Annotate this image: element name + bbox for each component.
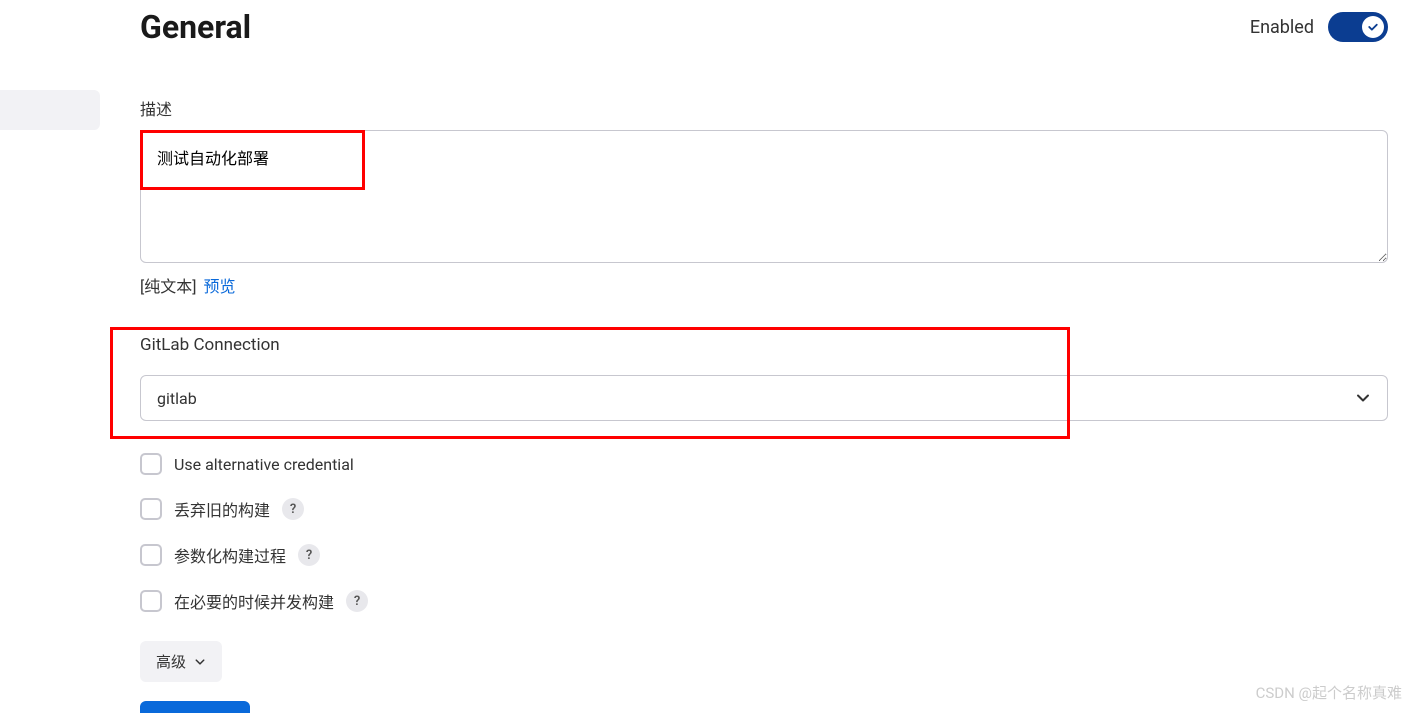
advanced-button[interactable]: 高级 bbox=[140, 641, 222, 682]
check-icon bbox=[1367, 21, 1379, 33]
gitlab-select-wrap: gitlab bbox=[140, 375, 1388, 421]
checkbox-label: 丢弃旧的构建 bbox=[174, 497, 270, 521]
description-field-wrap bbox=[140, 130, 1388, 267]
checkbox-concurrent[interactable] bbox=[140, 590, 162, 612]
help-icon[interactable]: ? bbox=[298, 544, 320, 566]
plain-text-indicator: [纯文本] bbox=[140, 277, 197, 296]
gitlab-connection-label: GitLab Connection bbox=[140, 327, 1388, 355]
enabled-toggle[interactable] bbox=[1328, 12, 1388, 42]
gitlab-section: GitLab Connection gitlab bbox=[140, 327, 1388, 421]
save-button-partial[interactable] bbox=[140, 701, 250, 713]
checkbox-row-concurrent: 在必要的时候并发构建 ? bbox=[140, 589, 1388, 613]
enabled-toggle-group: Enabled bbox=[1250, 12, 1388, 42]
checkbox-discard-old[interactable] bbox=[140, 498, 162, 520]
description-textarea[interactable] bbox=[140, 130, 1388, 263]
help-icon[interactable]: ? bbox=[346, 590, 368, 612]
main-content: General Enabled 描述 [纯文本] 预览 GitLab Conne… bbox=[140, 0, 1388, 682]
description-footer: [纯文本] 预览 bbox=[140, 273, 1388, 297]
watermark: CSDN @起个名称真难 bbox=[1256, 682, 1402, 703]
checkbox-row-discard-old: 丢弃旧的构建 ? bbox=[140, 497, 1388, 521]
chevron-down-icon bbox=[1355, 390, 1371, 406]
checkbox-label: Use alternative credential bbox=[174, 455, 354, 474]
gitlab-connection-select[interactable]: gitlab bbox=[140, 375, 1388, 421]
help-icon[interactable]: ? bbox=[282, 498, 304, 520]
page-header: General Enabled bbox=[140, 8, 1388, 46]
checkbox-row-alternative-credential: Use alternative credential bbox=[140, 453, 1388, 475]
checkbox-label: 在必要的时候并发构建 bbox=[174, 589, 334, 613]
enabled-label: Enabled bbox=[1250, 17, 1314, 38]
preview-link[interactable]: 预览 bbox=[203, 277, 235, 296]
checkbox-list: Use alternative credential 丢弃旧的构建 ? 参数化构… bbox=[140, 453, 1388, 613]
page-title: General bbox=[140, 8, 251, 46]
advanced-button-label: 高级 bbox=[156, 651, 186, 672]
description-label: 描述 bbox=[140, 96, 1388, 120]
checkbox-alternative-credential[interactable] bbox=[140, 453, 162, 475]
checkbox-row-parameterized: 参数化构建过程 ? bbox=[140, 543, 1388, 567]
gitlab-select-value: gitlab bbox=[157, 389, 197, 408]
checkbox-label: 参数化构建过程 bbox=[174, 543, 286, 567]
checkbox-parameterized[interactable] bbox=[140, 544, 162, 566]
chevron-down-icon bbox=[194, 656, 206, 668]
toggle-knob bbox=[1362, 16, 1384, 38]
sidebar-active-tab[interactable] bbox=[0, 90, 100, 130]
